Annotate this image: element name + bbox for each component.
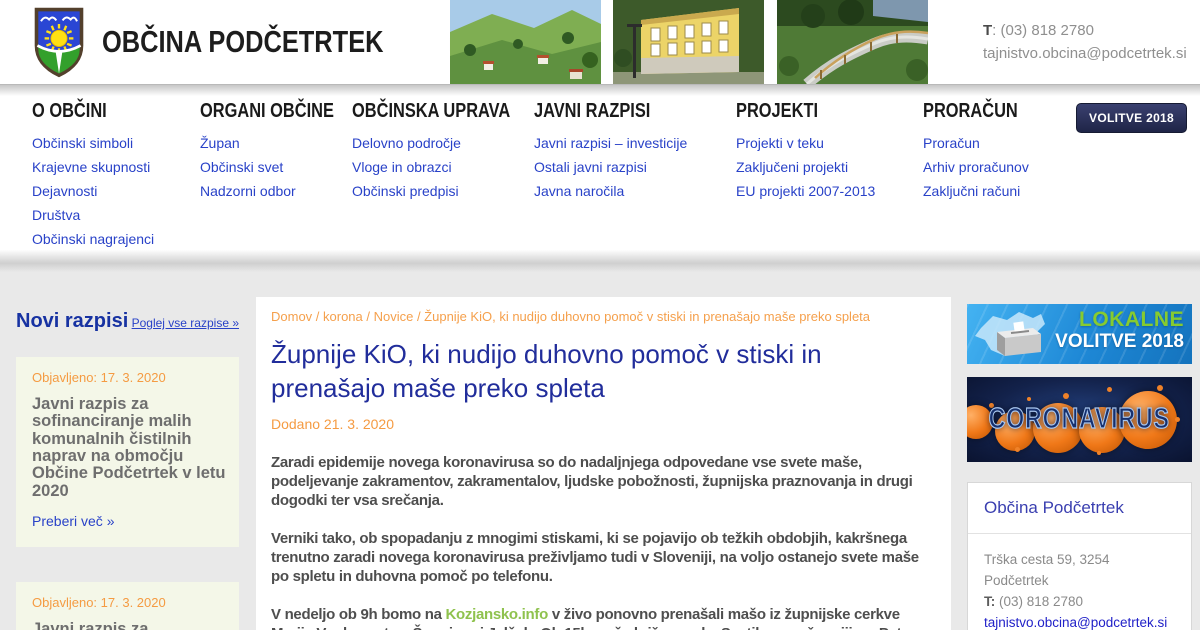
nav-column-o-obcini: O OBČINI Občinski simboli Krajevne skupn… (32, 100, 200, 251)
right-sidebar: LOKALNE VOLITVE 2018 CORONAVIRUS Občina … (967, 297, 1192, 630)
kozjansko-info-link[interactable]: Kozjansko.info (445, 606, 548, 623)
main-article-panel: Domov / korona / Novice / Župnije KiO, k… (256, 297, 951, 630)
nav-column-javni-razpisi: JAVNI RAZPISI Javni razpisi – investicij… (534, 100, 736, 251)
nav-link-obcinski-simboli[interactable]: Občinski simboli (32, 131, 200, 155)
article-date: Dodano 21. 3. 2020 (271, 416, 394, 432)
banner-corona-text: CORONAVIRUS (988, 402, 1171, 435)
nav-heading: PRORAČUN (923, 100, 1018, 122)
breadcrumb[interactable]: Domov / korona / Novice / Župnije KiO, k… (271, 309, 937, 324)
nav-link-zakljuceni-projekti[interactable]: Zaključeni projekti (736, 155, 923, 179)
article-paragraph: Zaradi epidemije novega koronavirusa so … (271, 454, 913, 509)
left-sidebar: Novi razpisi Poglej vse razpise » Objavl… (0, 297, 256, 630)
contact-address: Trška cesta 59, 3254 Podčetrtek (984, 552, 1110, 588)
header-divider (0, 84, 1200, 98)
header-email-link[interactable]: tajnistvo.obcina@podcetrtek.si (983, 45, 1187, 62)
article-paragraph: V nedeljo ob 9h bomo na Kozjansko.info v… (271, 606, 915, 630)
left-sidebar-title: Novi razpisi (16, 310, 129, 332)
nav-link-nadzorni-odbor[interactable]: Nadzorni odbor (200, 179, 352, 203)
nav-link-delovno-podrocje[interactable]: Delovno področje (352, 131, 534, 155)
nav-column-proracun: PRORAČUN Proračun Arhiv proračunov Zaklj… (923, 100, 1073, 251)
nav-link-zakljucni-racuni[interactable]: Zaključni računi (923, 179, 1073, 203)
nav-heading: ORGANI OBČINE (200, 100, 334, 122)
nav-link-javni-razpisi-investicije[interactable]: Javni razpisi – investicije (534, 131, 736, 155)
photo-countryside (450, 0, 601, 84)
coat-of-arms-logo (34, 7, 84, 78)
see-all-razpisi-link[interactable]: Poglej vse razpise » (132, 316, 239, 330)
nav-link-krajevne-skupnosti[interactable]: Krajevne skupnosti (32, 155, 200, 179)
photo-town-building (613, 0, 764, 84)
nav-link-obcinski-svet[interactable]: Občinski svet (200, 155, 352, 179)
news-published-date: Objavljeno: 17. 3. 2020 (32, 370, 166, 385)
nav-divider (0, 250, 1200, 272)
main-navigation: O OBČINI Občinski simboli Krajevne skupn… (0, 98, 1200, 250)
nav-link-dejavnosti[interactable]: Dejavnosti (32, 179, 200, 203)
page-title: Župnije KiO, ki nudijo duhovno pomoč v s… (271, 339, 822, 403)
read-more-link[interactable]: Preberi več » (32, 513, 114, 529)
photo-walkway (777, 0, 928, 84)
banner-volitve-line1: LOKALNE (1079, 308, 1184, 331)
news-title: Javni razpis za sofinanciranje (32, 619, 149, 630)
news-card[interactable]: Objavljeno: 17. 3. 2020 Javni razpis za … (16, 357, 239, 547)
banner-volitve-line2: VOLITVE 2018 (1055, 330, 1184, 352)
nav-column-obcinska-uprava: OBČINSKA UPRAVA Delovno področje Vloge i… (352, 100, 534, 251)
contact-phone: T: (03) 818 2780 (984, 594, 1084, 609)
site-header: OBČINA PODČETRTEK Dobrodošli! (0, 0, 1200, 84)
news-title: Javni razpis za sofinanciranje malih kom… (32, 395, 226, 500)
nav-link-vloge-in-obrazci[interactable]: Vloge in obrazci (352, 155, 534, 179)
volitve-2018-button[interactable]: VOLITVE 2018 (1076, 103, 1187, 133)
nav-heading: JAVNI RAZPISI (534, 100, 651, 122)
contact-box-title[interactable]: Občina Podčetrtek (984, 498, 1124, 517)
content-area: Novi razpisi Poglej vse razpise » Objavl… (0, 272, 1200, 630)
nav-link-obcinski-nagrajenci[interactable]: Občinski nagrajenci (32, 227, 200, 251)
nav-heading: PROJEKTI (736, 100, 819, 122)
nav-column-organi-obcine: ORGANI OBČINE Župan Občinski svet Nadzor… (200, 100, 352, 251)
site-title: OBČINA PODČETRTEK (102, 24, 384, 59)
nav-link-drustva[interactable]: Društva (32, 203, 200, 227)
nav-link-ostali-javni-razpisi[interactable]: Ostali javni razpisi (534, 155, 736, 179)
nav-link-javna-narocila[interactable]: Javna naročila (534, 179, 736, 203)
nav-link-arhiv-proracunov[interactable]: Arhiv proračunov (923, 155, 1073, 179)
nav-link-eu-projekti[interactable]: EU projekti 2007-2013 (736, 179, 923, 203)
nav-link-zupan[interactable]: Župan (200, 131, 352, 155)
lokalne-volitve-banner[interactable]: LOKALNE VOLITVE 2018 (967, 304, 1192, 364)
nav-heading: OBČINSKA UPRAVA (352, 100, 511, 122)
header-contact: T: (03) 818 2780 tajnistvo.obcina@podcet… (983, 19, 1187, 65)
contact-box: Občina Podčetrtek Trška cesta 59, 3254 P… (967, 482, 1192, 630)
coronavirus-banner[interactable]: CORONAVIRUS (967, 377, 1192, 462)
news-published-date: Objavljeno: 17. 3. 2020 (32, 594, 166, 610)
nav-heading: O OBČINI (32, 100, 107, 122)
article-paragraph: Verniki tako, ob spopadanju z mnogimi st… (271, 530, 919, 585)
contact-email-link[interactable]: tajnistvo.obcina@podcetrtek.si (984, 615, 1167, 630)
nav-link-projekti-v-teku[interactable]: Projekti v teku (736, 131, 923, 155)
nav-link-obcinski-predpisi[interactable]: Občinski predpisi (352, 179, 534, 203)
header-phone: T: (03) 818 2780 (983, 22, 1094, 39)
nav-column-projekti: PROJEKTI Projekti v teku Zaključeni proj… (736, 100, 923, 251)
news-card[interactable]: Objavljeno: 17. 3. 2020 Javni razpis za … (16, 581, 239, 630)
nav-link-proracun[interactable]: Proračun (923, 131, 1073, 155)
